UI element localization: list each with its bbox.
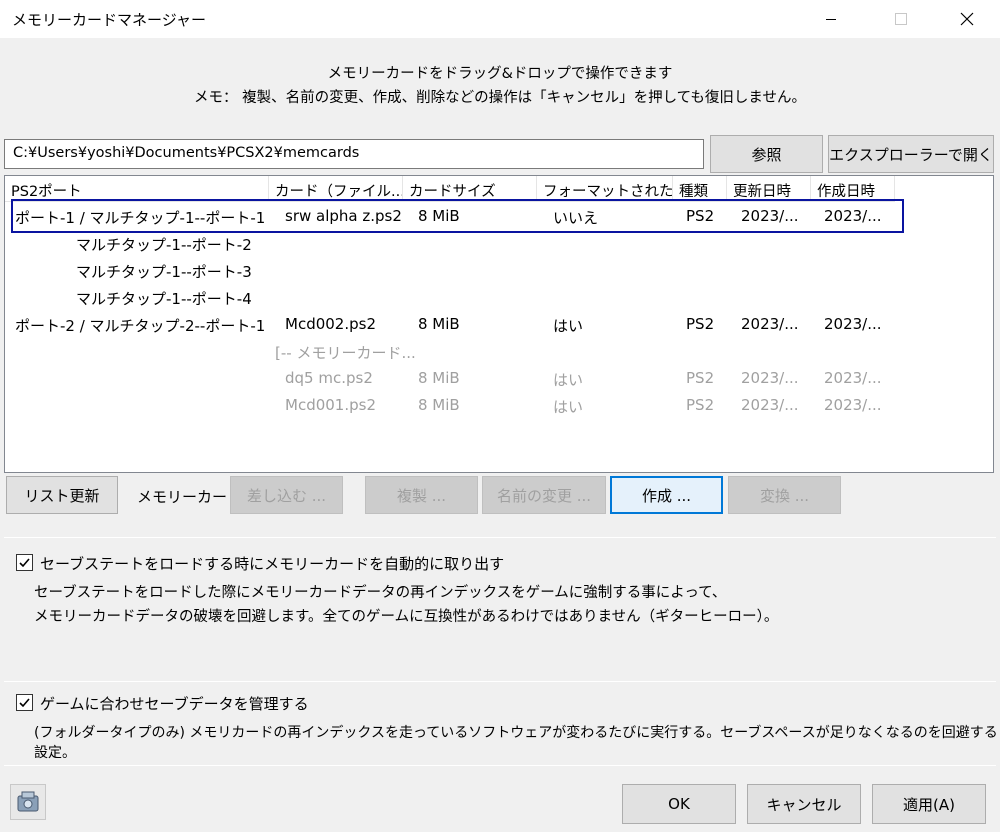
- table-row[interactable]: ポート-2 / マルチタップ-2--ポート-1 Mcd002.ps2 8 MiB…: [5, 315, 905, 341]
- maximize-icon: [895, 13, 907, 25]
- type-cell: PS2: [686, 207, 715, 225]
- size-cell: 8 MiB: [418, 315, 460, 333]
- memory-card-icon: [17, 791, 39, 812]
- apply-button[interactable]: 適用(A): [872, 784, 986, 824]
- convert-button[interactable]: 変換 ...: [728, 476, 841, 514]
- modified-cell: 2023/...: [741, 315, 799, 333]
- size-cell: 8 MiB: [418, 396, 460, 414]
- eject-on-load-label[interactable]: セーブステートをロードする時にメモリーカードを自動的に取り出す: [40, 553, 504, 574]
- divider: [4, 765, 996, 766]
- formatted-cell: はい: [553, 371, 584, 389]
- formatted-cell: いいえ: [553, 209, 599, 227]
- table-row[interactable]: dq5 mc.ps2 8 MiB はい PS2 2023/... 2023/..…: [5, 369, 905, 395]
- title-bar: メモリーカードマネージャー: [0, 0, 1000, 38]
- memcard-list[interactable]: PS2ポート カード（ファイル... カードサイズ フォーマットされた 種類 更…: [4, 175, 994, 473]
- type-cell: PS2: [686, 369, 715, 387]
- eject-on-load-checkbox[interactable]: [16, 554, 33, 571]
- browse-button[interactable]: 参照: [710, 135, 823, 173]
- duplicate-button[interactable]: 複製 ...: [365, 476, 478, 514]
- manage-saves-checkbox[interactable]: [16, 694, 33, 711]
- minimize-button[interactable]: [808, 0, 854, 38]
- table-row[interactable]: Mcd001.ps2 8 MiB はい PS2 2023/... 2023/..…: [5, 396, 905, 422]
- created-cell: 2023/...: [824, 396, 882, 414]
- formatted-cell: はい: [553, 398, 584, 416]
- eject-on-load-desc-1: セーブステートをロードした際にメモリーカードデータの再インデックスをゲームに強制…: [34, 585, 727, 601]
- eject-on-load-desc-2: メモリーカードデータの破壊を回避します。全てのゲームに互換性があるわけではありま…: [34, 609, 779, 625]
- port-cell: ポート-2 / マルチタップ-2--ポート-1: [15, 317, 266, 335]
- insert-button[interactable]: 差し込む ...: [230, 476, 343, 514]
- ok-button[interactable]: OK: [622, 784, 736, 824]
- manage-saves-desc: (フォルダータイプのみ) メモリカードの再インデックスを走っているソフトウェアが…: [34, 725, 998, 761]
- modified-cell: 2023/...: [741, 207, 799, 225]
- close-button[interactable]: [944, 0, 990, 38]
- open-explorer-button[interactable]: エクスプローラーで開く: [828, 135, 994, 173]
- created-cell: 2023/...: [824, 315, 882, 333]
- close-icon: [960, 12, 974, 26]
- create-button[interactable]: 作成 ...: [610, 476, 723, 514]
- checkmark-icon: [19, 698, 30, 708]
- table-row[interactable]: [-- メモリーカード...: [5, 342, 905, 368]
- table-row[interactable]: ポート-1 / マルチタップ-1--ポート-1 srw alpha z.ps2 …: [5, 207, 905, 233]
- port-cell: ポート-1 / マルチタップ-1--ポート-1: [15, 209, 266, 227]
- cancel-button[interactable]: キャンセル: [747, 784, 861, 824]
- table-row[interactable]: マルチタップ-1--ポート-4: [5, 288, 905, 314]
- memory-card-icon-button[interactable]: [10, 784, 46, 820]
- formatted-cell: はい: [553, 317, 584, 335]
- table-row[interactable]: マルチタップ-1--ポート-2: [5, 234, 905, 260]
- divider: [4, 537, 996, 538]
- created-cell: 2023/...: [824, 207, 882, 225]
- card-cell: [-- メモリーカード...: [275, 344, 416, 362]
- card-cell: Mcd001.ps2: [285, 396, 376, 414]
- checkmark-icon: [19, 558, 30, 568]
- card-cell: srw alpha z.ps2: [285, 207, 402, 225]
- type-cell: PS2: [686, 315, 715, 333]
- drag-drop-hint: メモリーカードをドラッグ&ドロップで操作できます: [327, 66, 673, 82]
- window-title: メモリーカードマネージャー: [12, 11, 206, 29]
- port-cell: マルチタップ-1--ポート-2: [76, 236, 252, 254]
- modified-cell: 2023/...: [741, 369, 799, 387]
- card-cell: dq5 mc.ps2: [285, 369, 373, 387]
- minimize-icon: [826, 19, 836, 20]
- type-cell: PS2: [686, 396, 715, 414]
- manage-saves-label[interactable]: ゲームに合わせセーブデータを管理する: [40, 693, 309, 714]
- divider: [4, 681, 996, 682]
- port-cell: マルチタップ-1--ポート-3: [76, 263, 252, 281]
- created-cell: 2023/...: [824, 369, 882, 387]
- warning-note: メモ： 複製、名前の変更、作成、削除などの操作は「キャンセル」を押しても復旧しま…: [193, 90, 806, 106]
- maximize-button[interactable]: [878, 0, 924, 38]
- size-cell: 8 MiB: [418, 369, 460, 387]
- port-cell: マルチタップ-1--ポート-4: [76, 290, 252, 308]
- card-cell: Mcd002.ps2: [285, 315, 376, 333]
- table-row[interactable]: マルチタップ-1--ポート-3: [5, 261, 905, 287]
- modified-cell: 2023/...: [741, 396, 799, 414]
- refresh-list-button[interactable]: リスト更新: [6, 476, 118, 514]
- size-cell: 8 MiB: [418, 207, 460, 225]
- rename-button[interactable]: 名前の変更 ...: [482, 476, 606, 514]
- memcard-folder-path[interactable]: C:¥Users¥yoshi¥Documents¥PCSX2¥memcards: [4, 139, 704, 169]
